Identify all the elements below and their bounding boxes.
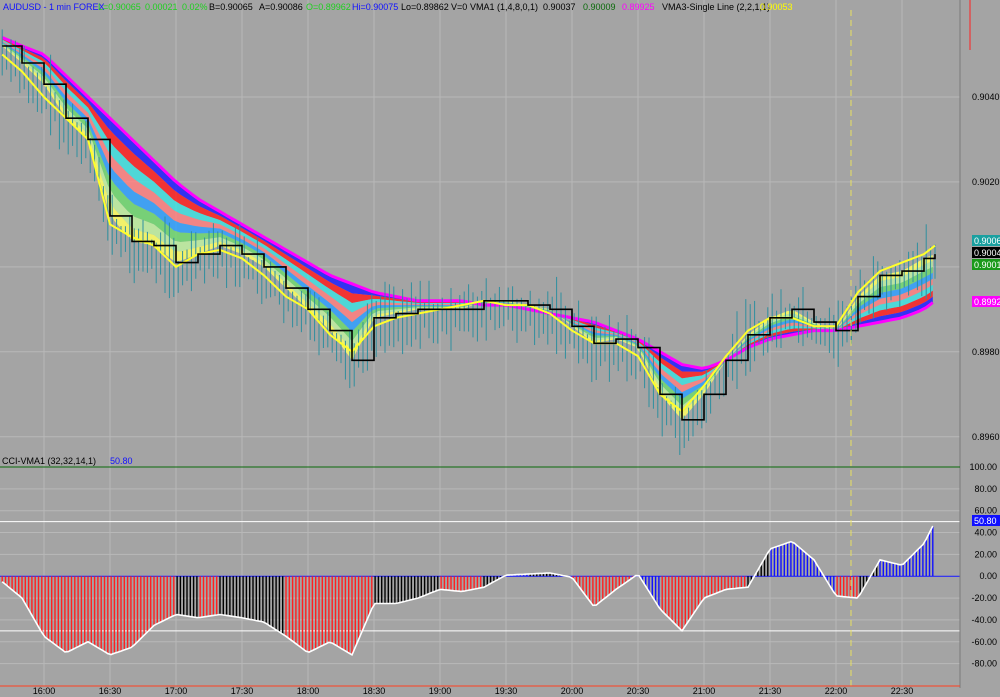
cci-tick-label-0: 100.00 — [969, 462, 997, 472]
price-tick-label-4: 0.8960 — [972, 432, 1000, 442]
x-tick-label-9: 20:30 — [627, 686, 650, 696]
header-vma1-label: VMA1 (1,4,8,0,1) — [470, 2, 538, 12]
price-badge-3: 0.9001 — [972, 259, 1000, 270]
svg-text:50.80: 50.80 — [974, 516, 997, 526]
x-tick-label-10: 21:00 — [693, 686, 716, 696]
x-tick-label-2: 17:00 — [165, 686, 188, 696]
price-badge-2: 0.9004 — [972, 247, 1000, 258]
cci-tick-label-5: 0.00 — [979, 571, 997, 581]
chart-canvas: 16:00 16:30 17:00 17:30 18:00 18:30 19:00 19:30… — [0, 0, 1000, 697]
header-volume: V=0 — [451, 2, 467, 12]
cci-value: 50.80 — [110, 456, 133, 466]
header-last: L=0.90065 — [98, 2, 141, 12]
x-tick-label-1: 16:30 — [99, 686, 122, 696]
header-vma1-v1: 0.90037 — [543, 2, 576, 12]
x-tick-label-4: 18:00 — [297, 686, 320, 696]
x-tick-label-3: 17:30 — [231, 686, 254, 696]
x-tick-label-11: 21:30 — [759, 686, 782, 696]
svg-text:0.9001: 0.9001 — [974, 260, 1000, 270]
header-vma1-v3: 0.89925 — [622, 2, 655, 12]
svg-text:0.8992: 0.8992 — [974, 297, 1000, 307]
cci-tick-label-6: -20.00 — [971, 593, 997, 603]
header-ask: A=0.90086 — [259, 2, 303, 12]
x-tick-label-8: 20:00 — [561, 686, 584, 696]
price-tick-label-1: 0.9020 — [972, 177, 1000, 187]
header-high: Hi=0.90075 — [352, 2, 398, 12]
header-low: Lo=0.89862 — [401, 2, 449, 12]
header-vma3-label: VMA3-Single Line (2,2,1,1) — [662, 2, 770, 12]
x-tick-label-13: 22:30 — [891, 686, 914, 696]
svg-text:0.9006: 0.9006 — [974, 236, 1000, 246]
cci-badge: 50.80 — [972, 515, 1000, 526]
header-vma3-v1: 0.90053 — [760, 2, 793, 12]
cci-tick-label-9: -80.00 — [971, 659, 997, 669]
cci-tick-label-3: 40.00 — [974, 528, 997, 538]
x-tick-label-0: 16:00 — [33, 686, 56, 696]
cci-tick-label-2: 60.00 — [974, 506, 997, 516]
header-bid: B=0.90065 — [209, 2, 253, 12]
cci-tick-label-8: -60.00 — [971, 637, 997, 647]
header-symbol: AUDUSD - 1 min FOREX — [3, 2, 105, 12]
price-tick-label-0: 0.9040 — [972, 92, 1000, 102]
x-tick-label-6: 19:00 — [429, 686, 452, 696]
header-open: O=0.89962 — [306, 2, 351, 12]
price-tick-label-3: 0.8980 — [972, 347, 1000, 357]
svg-text:0.9004: 0.9004 — [974, 248, 1000, 258]
cci-tick-label-1: 80.00 — [974, 484, 997, 494]
x-tick-label-7: 19:30 — [495, 686, 518, 696]
price-badge-1: 0.9006 — [972, 235, 1000, 246]
header-change-pct: 0.02% — [182, 2, 208, 12]
x-tick-label-12: 22:00 — [825, 686, 848, 696]
cci-tick-label-7: -40.00 — [971, 615, 997, 625]
x-tick-label-5: 18:30 — [363, 686, 386, 696]
price-badge-4: 0.8992 — [972, 296, 1000, 307]
header-change: 0.00021 — [145, 2, 178, 12]
cci-title: CCI-VMA1 (32,32,14,1) — [2, 456, 96, 466]
cci-tick-label-4: 20.00 — [974, 549, 997, 559]
header-vma1-v2: 0.90009 — [583, 2, 616, 12]
